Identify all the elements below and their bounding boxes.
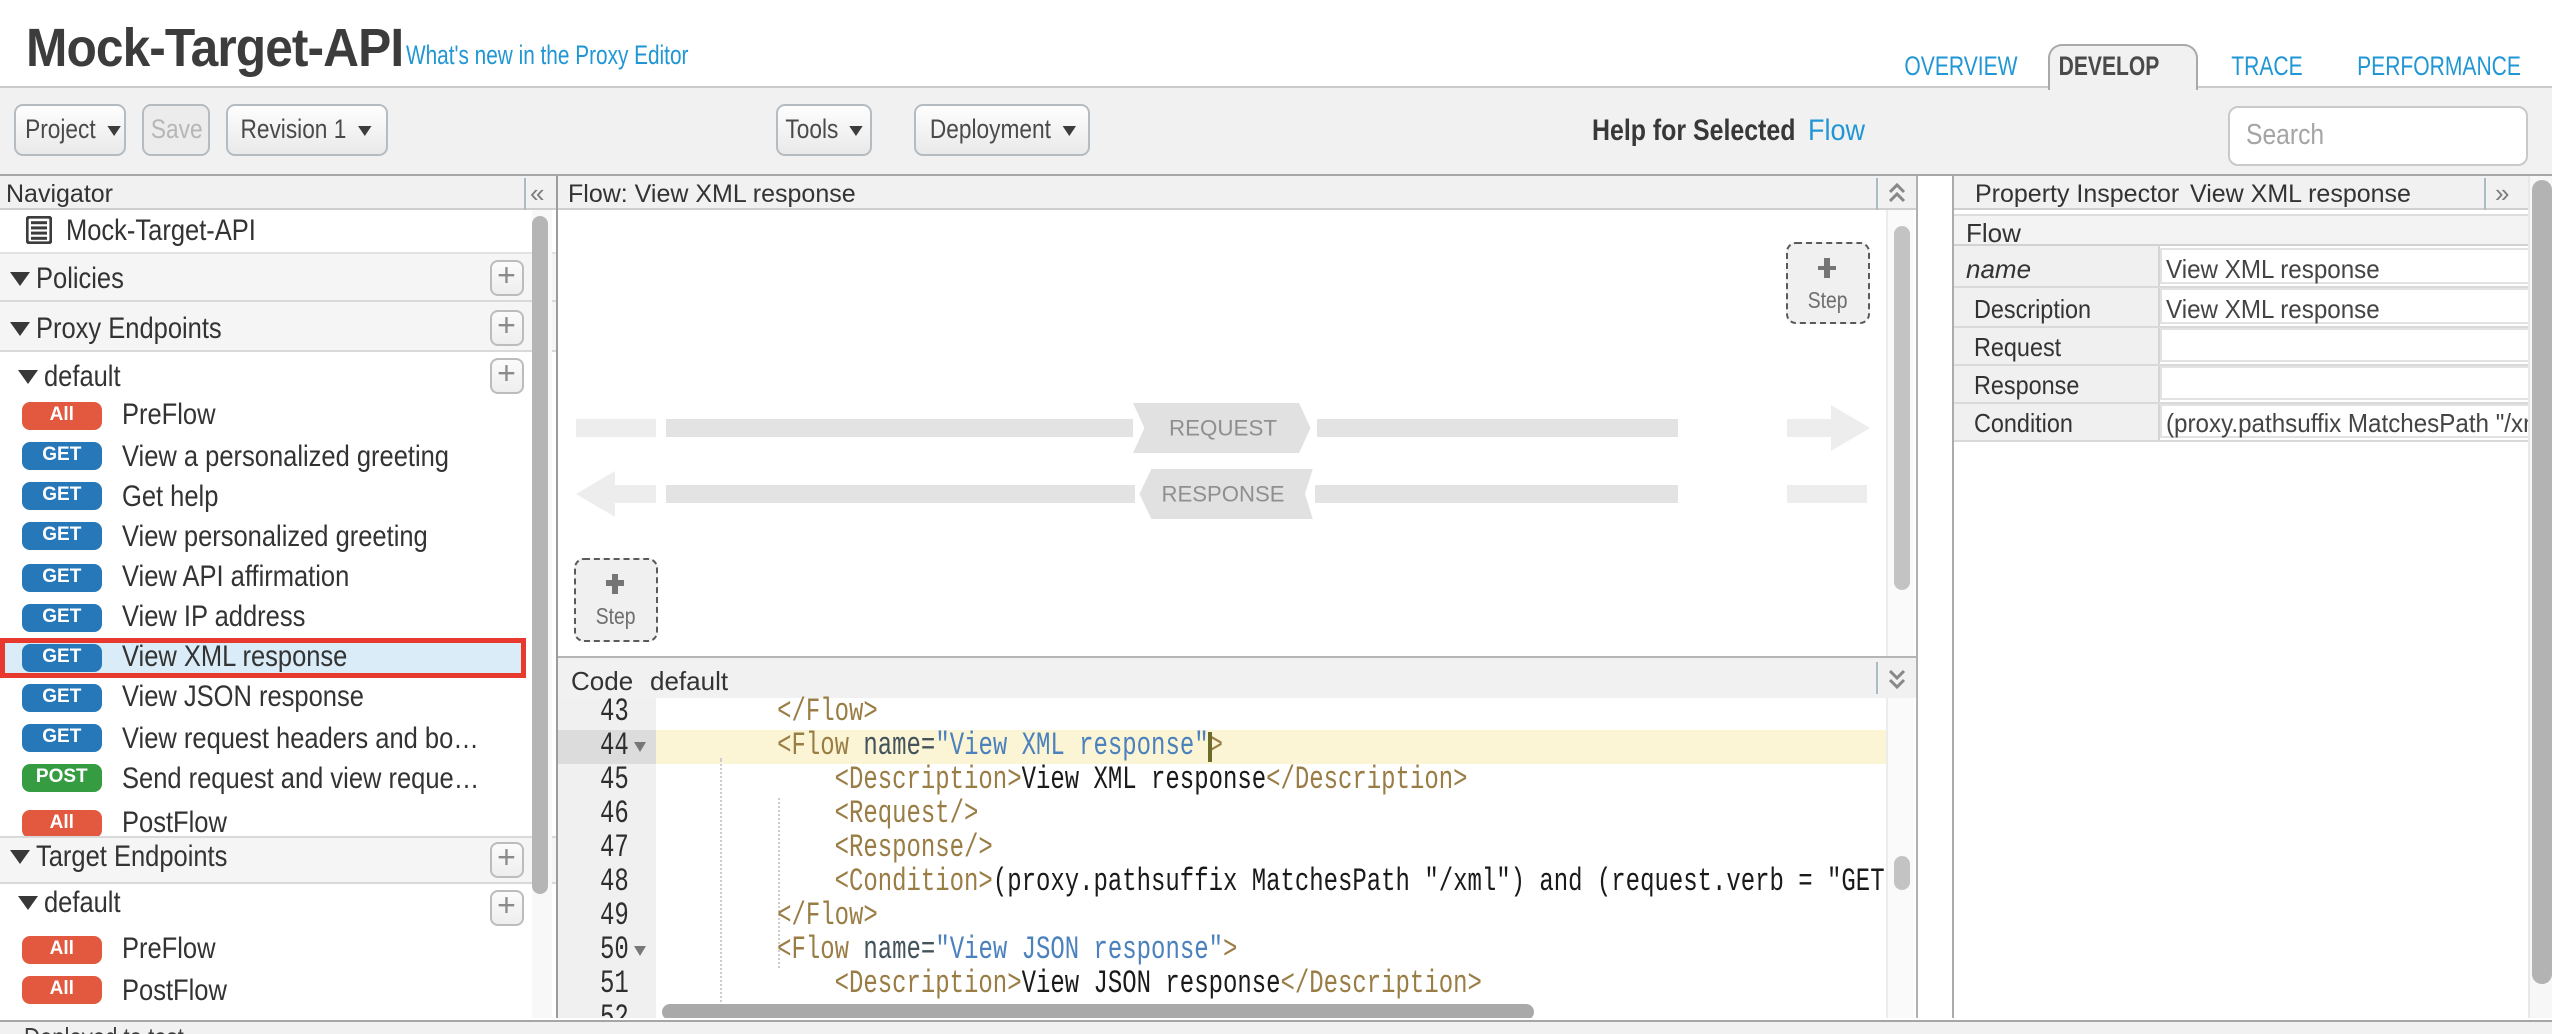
svg-text:RESPONSE: RESPONSE <box>1161 481 1284 506</box>
svg-text:REQUEST: REQUEST <box>1168 415 1276 440</box>
